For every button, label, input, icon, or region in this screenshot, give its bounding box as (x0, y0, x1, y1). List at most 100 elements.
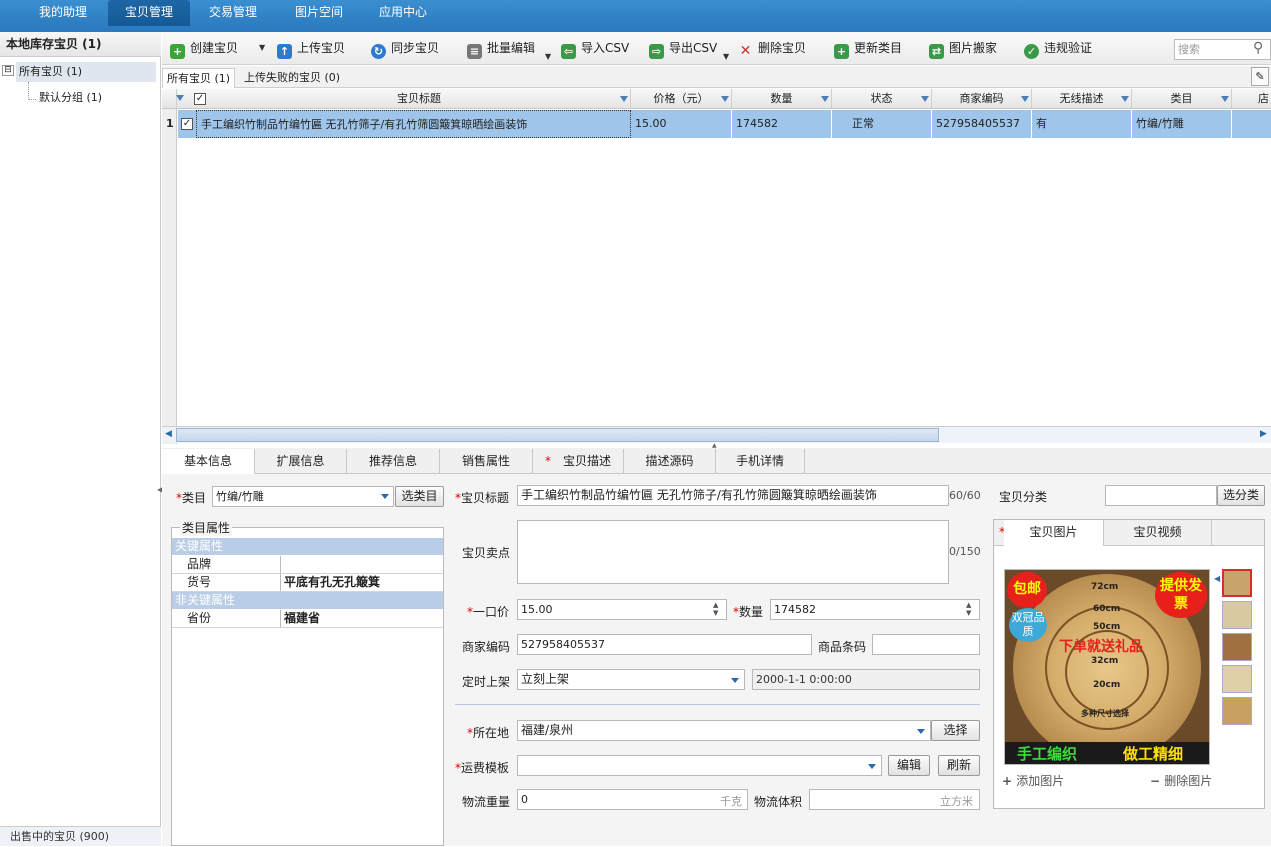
cell-category[interactable]: 竹编/竹雕 (1132, 110, 1232, 138)
image-move-button[interactable]: ⇄ 图片搬家 (929, 40, 997, 59)
edit-columns-icon[interactable]: ✎ (1251, 67, 1269, 86)
col-price[interactable]: 价格（元） (631, 89, 732, 109)
update-category-button[interactable]: + 更新类目 (834, 40, 902, 59)
batch-dropdown-icon[interactable]: ▼ (545, 52, 551, 61)
tree-item-default-group[interactable]: 默认分组 (1) (39, 88, 102, 108)
header-menu-icon[interactable] (176, 95, 184, 101)
search-icon[interactable]: ⚲ (1253, 40, 1269, 56)
delete-item-button[interactable]: ✕ 删除宝贝 (738, 40, 806, 59)
freight-refresh-button[interactable]: 刷新 (938, 755, 980, 776)
col-code[interactable]: 商家编码 (932, 89, 1032, 109)
filter-icon[interactable] (1021, 96, 1029, 102)
sync-item-button[interactable]: ↻ 同步宝贝 (371, 40, 439, 59)
freight-template-select[interactable] (517, 755, 882, 776)
tab-app-center[interactable]: 应用中心 (368, 0, 438, 26)
tab-image-space[interactable]: 图片空间 (284, 0, 354, 26)
tab-my-assistant[interactable]: 我的助理 (28, 0, 98, 26)
location-select[interactable]: 福建/泉州 (517, 720, 931, 741)
filter-icon[interactable] (620, 96, 628, 102)
shop-category-input[interactable] (1105, 485, 1217, 506)
stepper-arrows-icon[interactable]: ▲ ▼ (713, 601, 718, 617)
thumbnail-3[interactable] (1222, 633, 1252, 661)
cell-qty[interactable]: 174582 (732, 110, 832, 138)
cell-wireless[interactable]: 有 (1032, 110, 1132, 138)
filter-icon[interactable] (921, 96, 929, 102)
violation-check-button[interactable]: ✓ 违规验证 (1024, 40, 1092, 59)
quantity-stepper[interactable]: 174582 (770, 599, 980, 620)
main-product-image[interactable]: 包邮 双冠品质 提供发票 72cm 60cm 50cm 32cm 20cm 下单… (1004, 569, 1210, 765)
export-csv-button[interactable]: ⇨ 导出CSV (649, 40, 717, 59)
export-dropdown-icon[interactable]: ▼ (723, 52, 729, 61)
tab-item-video[interactable]: 宝贝视频 (1104, 520, 1212, 546)
tree-collapse-icon[interactable]: ⊟ (2, 65, 14, 76)
cell-status[interactable]: 正常 (832, 110, 932, 138)
filter-icon[interactable] (721, 96, 729, 102)
tab-basic-info[interactable]: 基本信息 (162, 449, 255, 474)
barcode-input[interactable] (872, 634, 980, 655)
thumbnail-2[interactable] (1222, 601, 1252, 629)
horizontal-scrollbar[interactable]: ◀ ▶ (162, 426, 1271, 443)
thumbnail-4[interactable] (1222, 665, 1252, 693)
scroll-left-icon[interactable]: ◀ (165, 429, 172, 439)
import-csv-button[interactable]: ⇦ 导入CSV (561, 40, 629, 59)
col-status[interactable]: 状态 (832, 89, 932, 109)
upload-item-button[interactable]: ↑ 上传宝贝 (277, 40, 345, 59)
timing-date-input[interactable]: 2000-1-1 0:00:00 (752, 669, 980, 690)
filter-icon[interactable] (1121, 96, 1129, 102)
tab-mobile-detail[interactable]: 手机详情 (716, 449, 805, 474)
col-qty[interactable]: 数量 (732, 89, 832, 109)
col-title[interactable]: 宝贝标题 (208, 89, 631, 109)
weight-input[interactable]: 0 (517, 789, 748, 810)
filter-icon[interactable] (821, 96, 829, 102)
attr-row-sku[interactable]: 货号 平底有孔无孔簸箕 (172, 574, 443, 592)
scrollbar-thumb[interactable] (176, 428, 939, 442)
stepper-arrows-icon[interactable]: ▲ ▼ (966, 601, 971, 617)
timing-select[interactable]: 立刻上架 (517, 669, 745, 690)
attr-row-brand[interactable]: 品牌 (172, 556, 443, 574)
col-category[interactable]: 类目 (1132, 89, 1232, 109)
attr-row-province[interactable]: 省份 福建省 (172, 610, 443, 628)
scroll-right-icon[interactable]: ▶ (1260, 429, 1267, 439)
cell-code[interactable]: 527958405537 (932, 110, 1032, 138)
category-select[interactable]: 竹编/竹雕 (212, 486, 394, 507)
chevron-down-icon[interactable] (917, 729, 925, 734)
cell-title[interactable]: 手工编织竹制品竹编竹匾 无孔竹筛子/有孔竹筛圆簸箕晾晒绘画装饰 (196, 110, 631, 138)
batch-edit-button[interactable]: ≡ 批量编辑 (467, 40, 535, 59)
tab-trade-management[interactable]: 交易管理 (198, 0, 268, 26)
create-dropdown-icon[interactable]: ▼ (259, 43, 265, 52)
location-select-button[interactable]: 选择 (931, 720, 980, 741)
select-shop-category-button[interactable]: 选分类 (1217, 485, 1265, 506)
add-image-button[interactable]: + 添加图片 (1002, 772, 1064, 789)
table-row[interactable]: ✓ 手工编织竹制品竹编竹匾 无孔竹筛子/有孔竹筛圆簸箕晾晒绘画装饰 15.00 … (178, 110, 1271, 138)
tab-item-images[interactable]: 宝贝图片 (1004, 520, 1104, 546)
freight-edit-button[interactable]: 编辑 (888, 755, 930, 776)
selling-point-textarea[interactable] (517, 520, 949, 584)
chevron-down-icon[interactable] (868, 764, 876, 769)
create-item-button[interactable]: + 创建宝贝 (170, 40, 238, 59)
thumbnail-5[interactable] (1222, 697, 1252, 725)
sidebar-onsale[interactable]: 出售中的宝贝 (900) (0, 826, 161, 846)
tree-item-all[interactable]: 所有宝贝 (1) (16, 62, 156, 82)
select-category-button[interactable]: 选类目 (395, 486, 444, 507)
remove-image-button[interactable]: − 删除图片 (1150, 772, 1212, 789)
title-input[interactable]: 手工编织竹制品竹编竹匾 无孔竹筛子/有孔竹筛圆簸箕晾晒绘画装饰 (517, 485, 949, 506)
thumbnail-1[interactable] (1222, 569, 1252, 597)
select-all-checkbox[interactable]: ✓ (194, 93, 206, 105)
cell-price[interactable]: 15.00 (631, 110, 732, 138)
chevron-down-icon[interactable] (381, 494, 389, 499)
tab-recommend-info[interactable]: 推荐信息 (347, 449, 440, 474)
tab-desc-source[interactable]: 描述源码 (624, 449, 716, 474)
price-stepper[interactable]: 15.00 (517, 599, 727, 620)
col-shop[interactable]: 店铺 (1232, 89, 1271, 125)
row-checkbox[interactable]: ✓ (181, 118, 193, 130)
tab-sales-attrs[interactable]: 销售属性 (440, 449, 533, 474)
chevron-down-icon[interactable] (731, 678, 739, 683)
tab-all-items[interactable]: 所有宝贝 (1) (162, 68, 236, 88)
tab-item-desc[interactable]: * 宝贝描述 (533, 449, 624, 474)
filter-icon[interactable] (1221, 96, 1229, 102)
col-wireless[interactable]: 无线描述 (1032, 89, 1132, 109)
tab-extended-info[interactable]: 扩展信息 (255, 449, 347, 474)
merchant-code-input[interactable]: 527958405537 (517, 634, 812, 655)
tab-item-management[interactable]: 宝贝管理 (108, 0, 190, 26)
tab-upload-failed[interactable]: 上传失败的宝贝 (0) (240, 68, 344, 88)
